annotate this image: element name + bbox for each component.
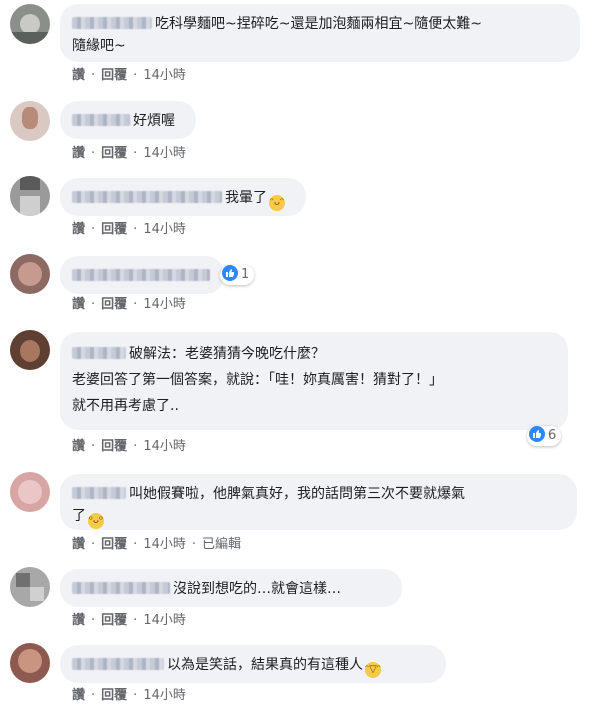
author-name[interactable] [72, 658, 164, 670]
edited-label[interactable]: 已編輯 [202, 537, 241, 552]
author-name[interactable] [72, 269, 210, 281]
comment-actions: 讚 · 回覆 · 14小時 [72, 68, 186, 83]
like-button[interactable]: 讚 [72, 68, 85, 83]
comment-bubble [60, 256, 224, 294]
like-icon [222, 265, 238, 281]
avatar[interactable] [10, 567, 50, 607]
rofl-emoji: ᵔ▽ᵔ [365, 662, 381, 678]
avatar[interactable] [10, 254, 50, 294]
reply-button[interactable]: 回覆 [101, 146, 127, 161]
comment-text: 就不用再考慮了.. [72, 398, 179, 414]
like-button[interactable]: 讚 [72, 537, 85, 552]
timestamp[interactable]: 14小時 [143, 222, 186, 237]
author-name[interactable] [72, 191, 222, 203]
reply-button[interactable]: 回覆 [101, 439, 127, 454]
avatar[interactable] [10, 176, 50, 216]
comment-actions: 讚 · 回覆 · 14小時 [72, 688, 186, 703]
avatar[interactable] [10, 101, 50, 141]
comment-bubble: 叫她假賽啦，他脾氣真好，我的話問第三次不要就爆氣 了 ᵒᴗᵒ [60, 474, 577, 530]
timestamp[interactable]: 14小時 [143, 537, 186, 552]
timestamp[interactable]: 14小時 [143, 439, 186, 454]
reply-button[interactable]: 回覆 [101, 688, 127, 703]
comment-actions: 讚 · 回覆 · 14小時 [72, 439, 186, 454]
comment-actions: 讚 · 回覆 · 14小時 · 已編輯 [72, 537, 242, 552]
comment-text: 沒說到想吃的…就會這樣… [173, 581, 341, 597]
avatar[interactable] [10, 330, 50, 370]
comment-bubble: 我暈了 ᵔᴗᵔ [60, 178, 306, 216]
comment-bubble: 好煩喔 [60, 101, 196, 139]
comment-text: 了 [72, 508, 86, 524]
avatar[interactable] [10, 643, 50, 683]
comment-text: 老婆回答了第一個答案，就說：「哇！妳真厲害！猜對了！」 [72, 372, 443, 388]
reply-button[interactable]: 回覆 [101, 68, 127, 83]
avatar[interactable] [10, 4, 50, 44]
comment-text: 叫她假賽啦，他脾氣真好，我的話問第三次不要就爆氣 [129, 486, 465, 502]
author-name[interactable] [72, 114, 130, 126]
comment-text: 破解法：老婆猜猜今晚吃什麼？ [129, 346, 325, 362]
rolling-eyes-emoji: ᵒᴗᵒ [88, 513, 104, 529]
comment-bubble: 破解法：老婆猜猜今晚吃什麼？ 老婆回答了第一個答案，就說：「哇！妳真厲害！猜對了… [60, 332, 568, 430]
like-button[interactable]: 讚 [72, 146, 85, 161]
comment-bubble: 沒說到想吃的…就會這樣… [60, 569, 402, 607]
reply-button[interactable]: 回覆 [101, 222, 127, 237]
comment-text: 好煩喔 [133, 113, 175, 129]
like-button[interactable]: 讚 [72, 222, 85, 237]
comment-bubble: 吃科學麵吧~捏碎吃~還是加泡麵兩相宜~隨便太難~ 隨緣吧~ [60, 4, 580, 62]
comment-text: 隨緣吧~ [72, 38, 126, 54]
author-name[interactable] [72, 487, 126, 499]
timestamp[interactable]: 14小時 [143, 68, 186, 83]
timestamp[interactable]: 14小時 [143, 146, 186, 161]
comment-actions: 讚 · 回覆 · 14小時 [72, 222, 186, 237]
comment-text: 吃科學麵吧~捏碎吃~還是加泡麵兩相宜~隨便太難~ [155, 16, 482, 32]
author-name[interactable] [72, 347, 126, 359]
like-icon [529, 426, 545, 442]
grinning-sweat-emoji: ᵔᴗᵔ [269, 195, 285, 211]
comment-actions: 讚 · 回覆 · 14小時 [72, 297, 186, 312]
like-button[interactable]: 讚 [72, 688, 85, 703]
timestamp[interactable]: 14小時 [143, 613, 186, 628]
comment-bubble: 以為是笑話，結果真的有這種人 ᵔ▽ᵔ [60, 645, 446, 683]
author-name[interactable] [72, 582, 170, 594]
reply-button[interactable]: 回覆 [101, 297, 127, 312]
timestamp[interactable]: 14小時 [143, 297, 186, 312]
comment-actions: 讚 · 回覆 · 14小時 [72, 613, 186, 628]
reaction-count[interactable]: 6 [527, 426, 562, 446]
like-button[interactable]: 讚 [72, 439, 85, 454]
timestamp[interactable]: 14小時 [143, 688, 186, 703]
avatar[interactable] [10, 472, 50, 512]
author-name[interactable] [72, 17, 152, 29]
reaction-count[interactable]: 1 [220, 265, 255, 285]
reply-button[interactable]: 回覆 [101, 537, 127, 552]
reply-button[interactable]: 回覆 [101, 613, 127, 628]
like-button[interactable]: 讚 [72, 297, 85, 312]
comment-text: 以為是笑話，結果真的有這種人 [167, 657, 363, 673]
like-button[interactable]: 讚 [72, 613, 85, 628]
comment-text: 我暈了 [225, 190, 267, 206]
comment-actions: 讚 · 回覆 · 14小時 [72, 146, 186, 161]
